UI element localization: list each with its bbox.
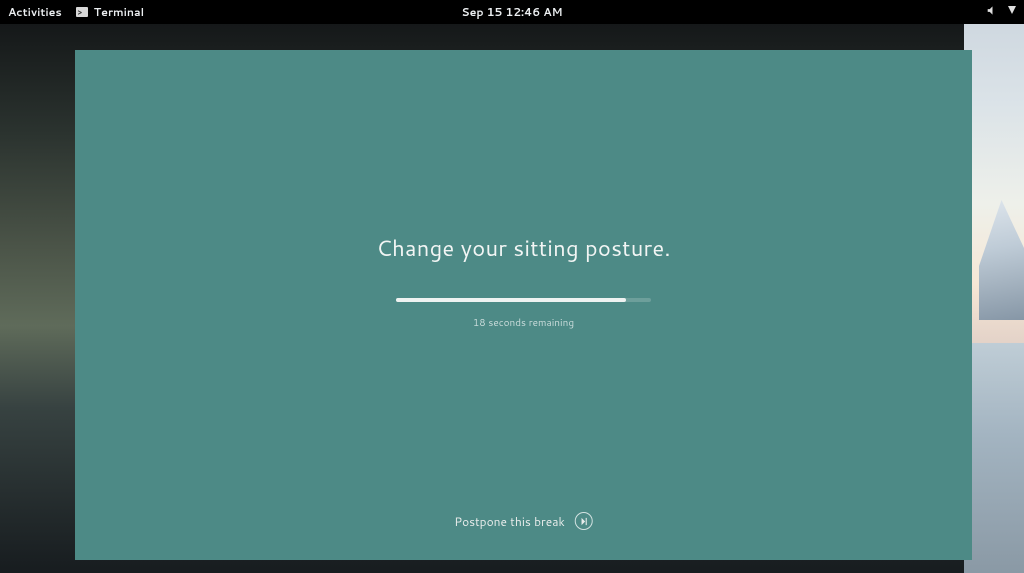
terminal-icon [76, 7, 88, 17]
postpone-button[interactable]: Postpone this break [454, 512, 593, 530]
break-progress [396, 298, 651, 302]
volume-icon [987, 4, 998, 20]
postpone-label: Postpone this break [454, 513, 565, 530]
activities-button[interactable]: Activities [8, 4, 62, 20]
wallpaper-water [964, 343, 1024, 573]
power-icon [1008, 4, 1016, 20]
app-menu[interactable]: Terminal [76, 4, 144, 20]
system-status-area[interactable] [987, 4, 1016, 20]
skip-icon [575, 512, 593, 530]
break-overlay: Change your sitting posture. 18 seconds … [75, 50, 972, 560]
break-message: Change your sitting posture. [376, 233, 670, 264]
remaining-time-label: 18 seconds remaining [473, 316, 574, 330]
clock[interactable]: Sep 15 12:46 AM [461, 4, 562, 20]
app-menu-label: Terminal [94, 4, 144, 20]
top-bar-left: Activities Terminal [8, 4, 144, 20]
top-bar: Activities Terminal Sep 15 12:46 AM [0, 0, 1024, 24]
progress-fill [396, 298, 626, 302]
